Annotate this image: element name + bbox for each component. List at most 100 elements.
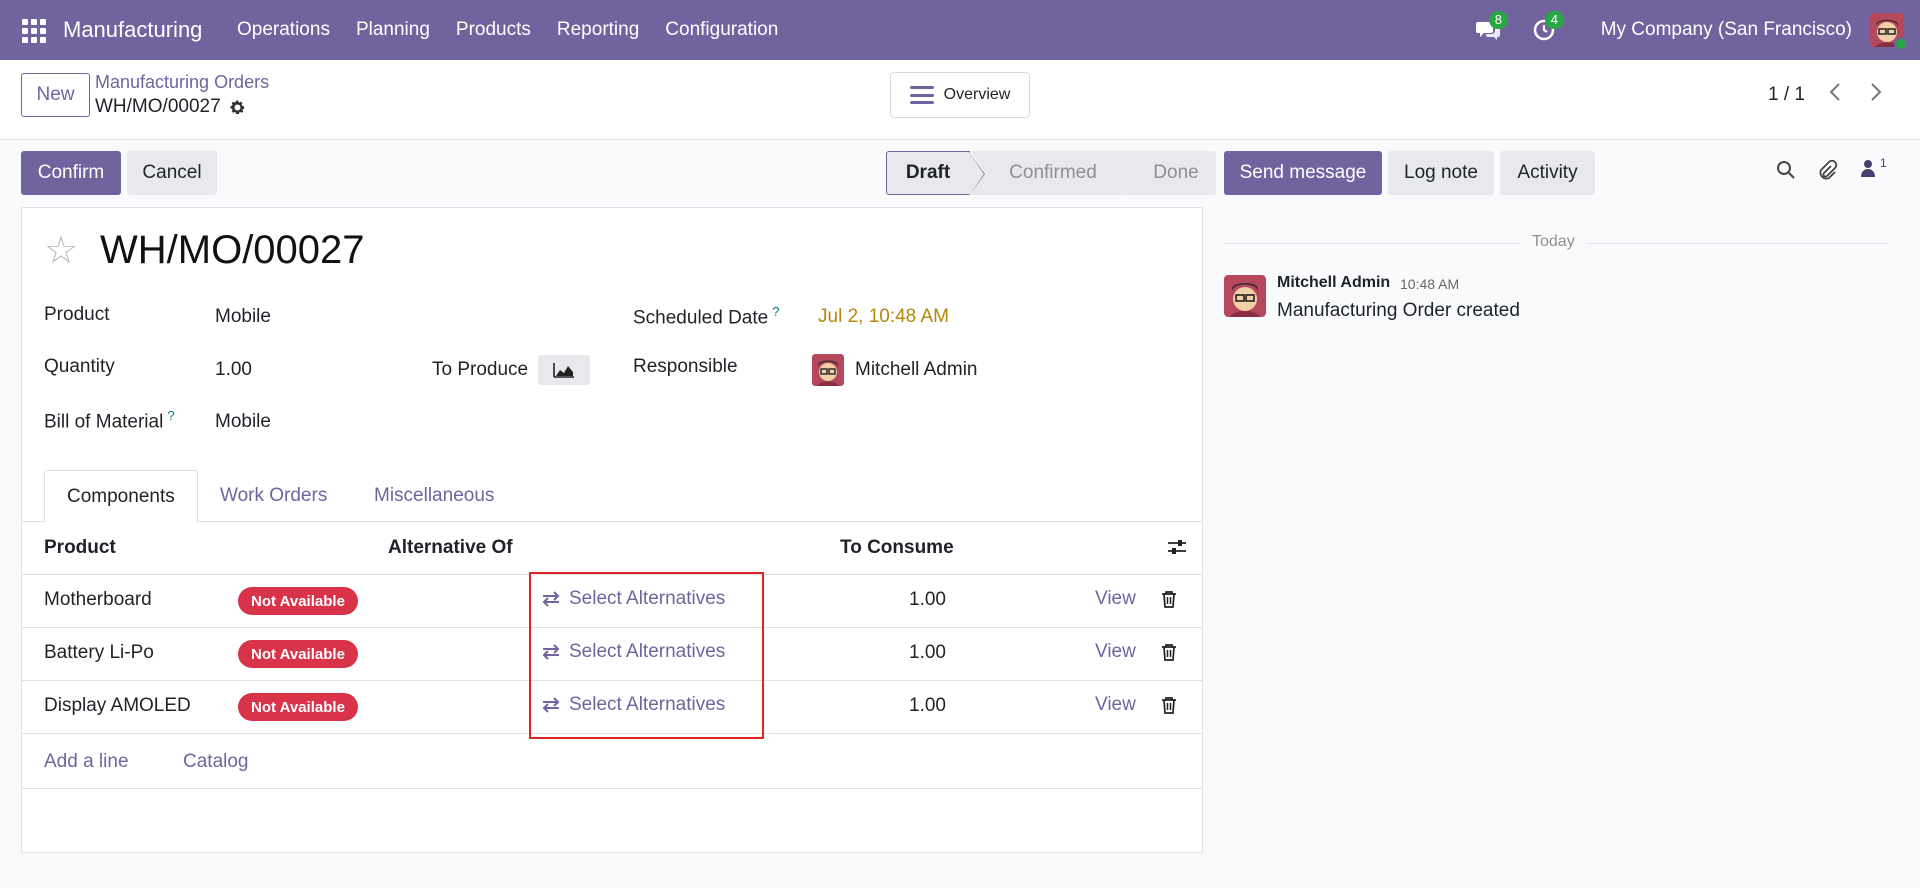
responsible-avatar bbox=[812, 354, 844, 386]
pager-next-icon[interactable] bbox=[1864, 82, 1888, 108]
online-status-dot bbox=[1894, 37, 1908, 51]
new-button[interactable]: New bbox=[21, 73, 90, 117]
star-icon[interactable]: ☆ bbox=[44, 232, 78, 270]
status-bar: Draft Confirmed Done bbox=[886, 151, 1216, 196]
pager-previous-icon[interactable] bbox=[1823, 82, 1847, 108]
scheduled-date-help-icon[interactable]: ? bbox=[772, 304, 779, 319]
date-separator: Today bbox=[1520, 233, 1587, 251]
trash-icon[interactable] bbox=[1161, 696, 1177, 720]
bom-label: Bill of Material? bbox=[44, 408, 175, 433]
tab-components[interactable]: Components bbox=[44, 470, 198, 523]
activity-button[interactable]: Activity bbox=[1500, 151, 1595, 195]
bom-help-icon[interactable]: ? bbox=[167, 408, 174, 423]
message-body: Manufacturing Order created bbox=[1277, 300, 1520, 321]
view-button[interactable]: View bbox=[1095, 694, 1136, 716]
product-label: Product bbox=[44, 304, 110, 325]
breadcrumb-manufacturing-orders[interactable]: Manufacturing Orders bbox=[95, 72, 269, 93]
column-product[interactable]: Product bbox=[44, 537, 116, 559]
confirm-button[interactable]: Confirm bbox=[21, 151, 121, 195]
followers-count: 1 bbox=[1880, 156, 1887, 170]
control-panel: New Manufacturing Orders WH/MO/00027 Ove… bbox=[0, 60, 1920, 140]
log-note-button[interactable]: Log note bbox=[1388, 151, 1494, 195]
table-row[interactable]: Display AMOLED Not Available Select Alte… bbox=[22, 681, 1202, 734]
bom-value[interactable]: Mobile bbox=[215, 411, 271, 433]
select-alternatives-label: Select Alternatives bbox=[569, 641, 726, 662]
record-title: WH/MO/00027 bbox=[100, 228, 365, 272]
responsible-label: Responsible bbox=[633, 356, 738, 377]
trash-icon[interactable] bbox=[1161, 643, 1177, 667]
row-to-consume[interactable]: 1.00 bbox=[909, 589, 946, 611]
send-message-button[interactable]: Send message bbox=[1224, 151, 1382, 195]
messages-button[interactable]: 8 bbox=[1473, 11, 1508, 45]
table-footer-divider bbox=[22, 788, 1202, 789]
tab-work-orders[interactable]: Work Orders bbox=[198, 470, 349, 522]
breadcrumb-current-label: WH/MO/00027 bbox=[95, 96, 221, 117]
scheduled-date-value[interactable]: Jul 2, 10:48 AM bbox=[818, 306, 949, 328]
row-product[interactable]: Battery Li-Po bbox=[44, 642, 154, 664]
table-row[interactable]: Battery Li-Po Not Available Select Alter… bbox=[22, 628, 1202, 681]
row-product[interactable]: Display AMOLED bbox=[44, 695, 191, 717]
overview-label: Overview bbox=[943, 86, 1011, 103]
add-a-line-link[interactable]: Add a line bbox=[44, 751, 129, 773]
quantity-value[interactable]: 1.00 bbox=[215, 359, 252, 381]
select-alternatives-link[interactable]: Select Alternatives bbox=[541, 694, 725, 716]
person-icon bbox=[1861, 160, 1875, 177]
app-name[interactable]: Manufacturing bbox=[63, 17, 202, 43]
search-icon[interactable] bbox=[1776, 160, 1796, 186]
message-author[interactable]: Mitchell Admin bbox=[1277, 274, 1390, 292]
stage-done[interactable]: Done bbox=[1120, 151, 1216, 195]
status-badge: Not Available bbox=[238, 587, 358, 615]
paperclip-icon[interactable] bbox=[1816, 159, 1838, 188]
column-alternative-of[interactable]: Alternative Of bbox=[388, 537, 513, 559]
row-product[interactable]: Motherboard bbox=[44, 589, 152, 611]
responsible-value[interactable]: Mitchell Admin bbox=[855, 359, 978, 381]
select-alternatives-link[interactable]: Select Alternatives bbox=[541, 641, 725, 663]
tab-miscellaneous[interactable]: Miscellaneous bbox=[352, 470, 516, 522]
cancel-button[interactable]: Cancel bbox=[127, 151, 217, 195]
swap-arrows-icon bbox=[542, 697, 560, 713]
notebook-tabs: Components Work Orders Miscellaneous bbox=[22, 470, 1202, 523]
forecast-graph-button[interactable] bbox=[538, 355, 590, 385]
overview-button[interactable]: Overview bbox=[890, 72, 1030, 118]
table-row[interactable]: Motherboard Not Available Select Alterna… bbox=[22, 575, 1202, 628]
product-value[interactable]: Mobile bbox=[215, 306, 271, 328]
menu-configuration[interactable]: Configuration bbox=[665, 19, 778, 41]
activities-button[interactable]: 4 bbox=[1529, 11, 1564, 45]
apps-menu-icon[interactable] bbox=[22, 19, 46, 43]
swap-arrows-icon bbox=[542, 591, 560, 607]
menu-planning[interactable]: Planning bbox=[356, 19, 430, 41]
company-switcher[interactable]: My Company (San Francisco) bbox=[1601, 19, 1852, 41]
quantity-label: Quantity bbox=[44, 356, 115, 377]
menu-operations[interactable]: Operations bbox=[237, 19, 330, 41]
menu-lines-icon bbox=[909, 86, 934, 104]
trash-icon[interactable] bbox=[1161, 590, 1177, 614]
row-to-consume[interactable]: 1.00 bbox=[909, 642, 946, 664]
gear-icon[interactable] bbox=[229, 99, 246, 116]
column-settings-icon[interactable] bbox=[1167, 537, 1187, 563]
swap-arrows-icon bbox=[542, 644, 560, 660]
scheduled-date-label-text: Scheduled Date bbox=[633, 307, 769, 329]
view-button[interactable]: View bbox=[1095, 641, 1136, 663]
pager-value[interactable]: 1 / 1 bbox=[1768, 84, 1805, 106]
catalog-link[interactable]: Catalog bbox=[183, 751, 249, 773]
bom-label-text: Bill of Material bbox=[44, 411, 164, 433]
row-to-consume[interactable]: 1.00 bbox=[909, 695, 946, 717]
stage-confirmed[interactable]: Confirmed bbox=[970, 151, 1136, 195]
stage-draft[interactable]: Draft bbox=[886, 151, 985, 196]
main-menu: Operations Planning Products Reporting C… bbox=[237, 19, 778, 41]
column-to-consume[interactable]: To Consume bbox=[840, 537, 954, 559]
menu-products[interactable]: Products bbox=[456, 19, 531, 41]
followers-button[interactable]: 1 bbox=[1860, 156, 1887, 184]
messages-count-badge: 8 bbox=[1488, 11, 1508, 29]
form-sheet: ☆ WH/MO/00027 Product Mobile Quantity 1.… bbox=[21, 207, 1203, 853]
status-badge: Not Available bbox=[238, 640, 358, 668]
select-alternatives-label: Select Alternatives bbox=[569, 588, 726, 609]
stage-done-label: Done bbox=[1153, 162, 1199, 183]
user-avatar[interactable] bbox=[1870, 13, 1908, 51]
activities-count-badge: 4 bbox=[1544, 11, 1564, 29]
select-alternatives-link[interactable]: Select Alternatives bbox=[541, 588, 725, 610]
view-button[interactable]: View bbox=[1095, 588, 1136, 610]
navbar-right: 8 4 My Company (San Francisco) bbox=[1473, 0, 1920, 60]
menu-reporting[interactable]: Reporting bbox=[557, 19, 639, 41]
select-alternatives-label: Select Alternatives bbox=[569, 694, 726, 715]
